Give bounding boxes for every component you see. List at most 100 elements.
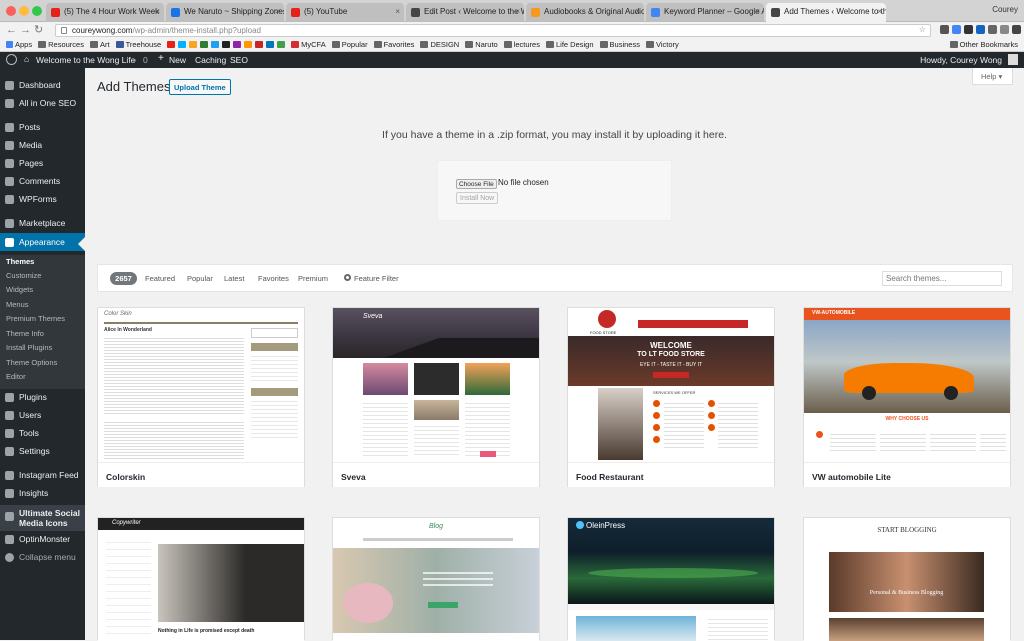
theme-card-sveva[interactable]: Sveva Sveva [332,307,540,487]
bookmark-folder[interactable]: Art [89,40,110,49]
help-tab-button[interactable]: Help ▾ [972,68,1013,85]
browser-tab[interactable]: We Naruto ~ Shipping Zones × [166,3,284,22]
forward-icon[interactable]: → [20,24,31,36]
sidebar-item-social-icons[interactable]: Ultimate Social Media Icons [0,505,85,531]
submenu-widgets[interactable]: Widgets [6,285,33,294]
sidebar-item-instagram-feed[interactable]: Instagram Feed [0,470,85,480]
bookmark-site[interactable]: MyCFA [291,40,326,49]
sidebar-item-settings[interactable]: Settings [0,446,85,456]
submenu-menus[interactable]: Menus [6,300,29,309]
bookmark-folder[interactable]: lectures [503,40,540,49]
theme-card-oleinpress[interactable]: OleinPress [567,517,775,641]
other-bookmarks[interactable]: Other Bookmarks [949,40,1018,49]
site-icon[interactable] [222,41,231,48]
extension-icon[interactable] [1012,25,1021,34]
bookmark-folder[interactable]: Victory [645,40,679,49]
site-icon[interactable] [266,41,275,48]
sidebar-item-wpforms[interactable]: WPForms [0,194,85,204]
sidebar-item-tools[interactable]: Tools [0,428,85,438]
comments-count[interactable]: 0 [143,55,148,65]
bookmark-folder[interactable]: Popular [331,40,368,49]
bookmark-site[interactable]: Treehouse [115,40,161,49]
sidebar-item-media[interactable]: Media [0,140,85,150]
maximize-window-icon[interactable] [32,6,42,16]
install-now-button[interactable]: Install Now [456,192,499,204]
bookmark-folder[interactable]: Resources [38,40,84,49]
browser-tab[interactable]: Keyword Planner – Google Ad × [646,3,764,22]
site-icon[interactable] [233,41,242,48]
close-tab-icon[interactable]: × [275,7,280,16]
sidebar-item-posts[interactable]: Posts [0,122,85,132]
extension-icon[interactable] [1000,25,1009,34]
comments-icon[interactable]: ▪ [133,55,136,65]
site-icon[interactable] [255,41,264,48]
reload-icon[interactable]: ↻ [34,24,43,36]
youtube-icon[interactable] [167,41,176,48]
submenu-premium-themes[interactable]: Premium Themes [6,314,65,323]
close-tab-icon[interactable]: × [877,7,882,16]
site-icon[interactable] [178,41,187,48]
search-themes-input[interactable]: Search themes... [882,271,1002,286]
bookmark-apps[interactable]: Apps [6,40,32,49]
howdy-account-link[interactable]: Howdy, Courey Wong [920,55,1002,65]
close-tab-icon[interactable]: × [755,7,760,16]
browser-tab[interactable]: (5) The 4 Hour Work Week × [46,3,164,22]
url-input[interactable]: coureywong.com/wp-admin/theme-install.ph… [55,24,931,37]
collapse-menu-button[interactable]: Collapse menu [0,552,85,562]
filter-tab-latest[interactable]: Latest [224,274,244,283]
submenu-theme-info[interactable]: Theme Info [6,329,44,338]
bookmark-folder[interactable]: DESIGN [420,40,459,49]
filter-tab-popular[interactable]: Popular [187,274,213,283]
browser-tab[interactable]: Edit Post ‹ Welcome to the Wo × [406,3,524,22]
submenu-themes[interactable]: Themes [6,257,34,266]
close-window-icon[interactable] [6,6,16,16]
submenu-install-plugins[interactable]: Install Plugins [6,343,52,352]
bookmark-folder[interactable]: Naruto [465,40,498,49]
site-icon[interactable] [200,41,209,48]
close-tab-icon[interactable]: × [395,7,400,16]
close-tab-icon[interactable]: × [515,7,520,16]
site-name-link[interactable]: Welcome to the Wong Life [36,55,135,65]
browser-tab[interactable]: Audiobooks & Original Audio × [526,3,644,22]
sidebar-item-marketplace[interactable]: Marketplace [0,218,85,228]
theme-card-colorskin[interactable]: Color Skin Alice In Wonderland Colorskin [97,307,305,487]
browser-tab[interactable]: (5) YouTube × [286,3,404,22]
sidebar-item-appearance[interactable]: Appearance [0,233,85,251]
theme-card-food-restaurant[interactable]: FOOD STORE WELCOME TO LT FOOD STORE EYE … [567,307,775,487]
profile-name[interactable]: Courey [992,5,1018,14]
extension-icon[interactable] [940,25,949,34]
sidebar-item-seo[interactable]: All in One SEO [0,98,85,108]
filter-tab-favorites[interactable]: Favorites [258,274,289,283]
bookmark-folder[interactable]: Business [599,40,640,49]
close-tab-icon[interactable]: × [155,7,160,16]
bookmark-folder[interactable]: Life Design [545,40,594,49]
submenu-theme-options[interactable]: Theme Options [6,358,57,367]
wordpress-logo-icon[interactable] [6,54,17,65]
sidebar-item-comments[interactable]: Comments [0,176,85,186]
theme-card-start-blogging[interactable]: START BLOGGING Personal & Business Blogg… [803,517,1011,641]
choose-file-button[interactable]: Choose File [456,179,497,189]
extension-icon[interactable] [988,25,997,34]
sidebar-item-users[interactable]: Users [0,410,85,420]
site-icon[interactable] [244,41,253,48]
submenu-editor[interactable]: Editor [6,372,26,381]
theme-card-blog[interactable]: Blog [332,517,540,641]
sidebar-item-plugins[interactable]: Plugins [0,392,85,402]
browser-tab-active[interactable]: Add Themes ‹ Welcome to th × [766,3,886,22]
upload-theme-button[interactable]: Upload Theme [169,79,231,95]
sidebar-item-insights[interactable]: Insights [0,488,85,498]
bookmark-folder[interactable]: Favorites [373,40,414,49]
feature-filter-button[interactable]: Feature Filter [354,274,399,283]
filter-tab-premium[interactable]: Premium [298,274,328,283]
new-content-link[interactable]: New [169,55,186,65]
sidebar-item-optinmonster[interactable]: OptinMonster [0,534,85,544]
site-icon[interactable] [277,41,286,48]
extension-icon[interactable] [964,25,973,34]
minimize-window-icon[interactable] [19,6,29,16]
seo-link[interactable]: SEO [230,55,248,65]
sidebar-item-pages[interactable]: Pages [0,158,85,168]
back-icon[interactable]: ← [6,24,17,36]
close-tab-icon[interactable]: × [635,7,640,16]
avatar[interactable] [1008,54,1018,65]
extension-icon[interactable] [976,25,985,34]
